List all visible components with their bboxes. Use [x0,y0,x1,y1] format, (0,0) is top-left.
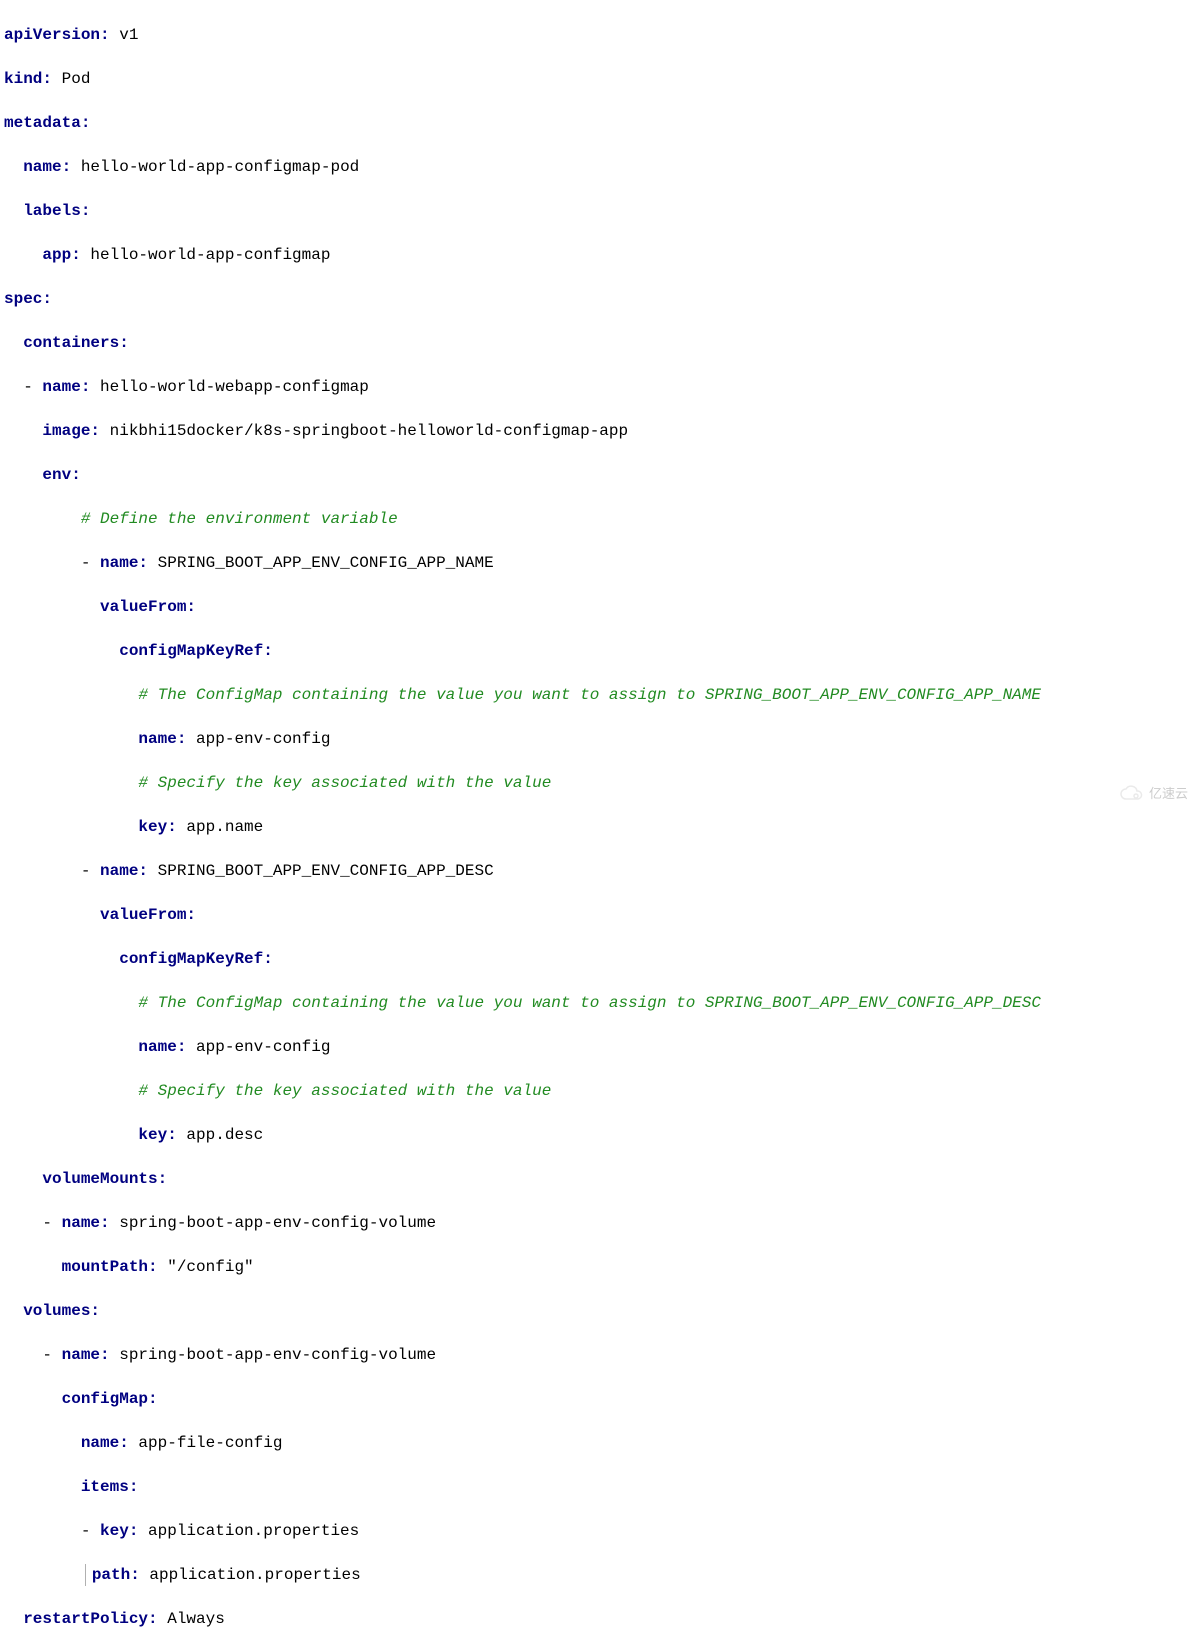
yaml-key: configMapKeyRef: [119,950,273,968]
yaml-value: application.properties [138,1522,359,1540]
code-line: key: app.name [4,816,1194,838]
yaml-key: metadata: [4,114,90,132]
code-line: # Define the environment variable [4,508,1194,530]
yaml-key: valueFrom: [100,906,196,924]
yaml-key: items: [81,1478,139,1496]
code-line: labels: [4,200,1194,222]
yaml-key: valueFrom: [100,598,196,616]
yaml-value: app-env-config [186,730,330,748]
code-line: metadata: [4,112,1194,134]
yaml-value: app.desc [177,1126,263,1144]
code-line: - name: SPRING_BOOT_APP_ENV_CONFIG_APP_N… [4,552,1194,574]
code-line: containers: [4,332,1194,354]
yaml-key: name: [81,1434,129,1452]
code-line: valueFrom: [4,596,1194,618]
yaml-key: spec: [4,290,52,308]
yaml-key: apiVersion: [4,26,110,44]
yaml-value: "/config" [158,1258,254,1276]
code-line: - name: spring-boot-app-env-config-volum… [4,1344,1194,1366]
yaml-key: configMap: [62,1390,158,1408]
yaml-key: path: [92,1566,140,1584]
watermark-text: 亿速云 [1149,783,1188,805]
code-line: - name: hello-world-webapp-configmap [4,376,1194,398]
yaml-key: volumeMounts: [42,1170,167,1188]
yaml-value: nikbhi15docker/k8s-springboot-helloworld… [100,422,628,440]
yaml-code-block: apiVersion: v1 kind: Pod metadata: name:… [4,2,1194,1630]
code-line: name: app-file-config [4,1432,1194,1454]
code-line: # The ConfigMap containing the value you… [4,992,1194,1014]
yaml-key: key: [138,1126,176,1144]
code-line: # Specify the key associated with the va… [4,1080,1194,1102]
code-line: path: application.properties [4,1564,1194,1586]
yaml-key: key: [100,1522,138,1540]
code-line: - name: SPRING_BOOT_APP_ENV_CONFIG_APP_D… [4,860,1194,882]
yaml-key: configMapKeyRef: [119,642,273,660]
yaml-key: labels: [23,202,90,220]
code-line: restartPolicy: Always [4,1608,1194,1630]
yaml-key: name: [100,554,148,572]
code-line: - key: application.properties [4,1520,1194,1542]
yaml-comment: # The ConfigMap containing the value you… [138,686,1041,704]
yaml-key: mountPath: [62,1258,158,1276]
yaml-value: app.name [177,818,263,836]
indent-guide: path: application.properties [85,1564,361,1586]
code-line: name: app-env-config [4,728,1194,750]
yaml-value: v1 [110,26,139,44]
yaml-value: spring-boot-app-env-config-volume [110,1346,436,1364]
yaml-key: name: [23,158,71,176]
yaml-comment: # Specify the key associated with the va… [138,1082,551,1100]
code-line: env: [4,464,1194,486]
code-line: kind: Pod [4,68,1194,90]
yaml-value: hello-world-app-configmap-pod [71,158,359,176]
code-line: volumes: [4,1300,1194,1322]
yaml-key: name: [100,862,148,880]
yaml-key: image: [42,422,100,440]
cloud-icon [1119,785,1145,803]
yaml-comment: # Specify the key associated with the va… [138,774,551,792]
yaml-key: app: [42,246,80,264]
code-line: name: hello-world-app-configmap-pod [4,156,1194,178]
yaml-key: restartPolicy: [23,1610,157,1628]
yaml-value: hello-world-app-configmap [81,246,331,264]
code-line: spec: [4,288,1194,310]
yaml-value: hello-world-webapp-configmap [90,378,368,396]
yaml-value: app-env-config [186,1038,330,1056]
yaml-key: name: [138,730,186,748]
yaml-key: name: [42,378,90,396]
code-line: configMapKeyRef: [4,640,1194,662]
code-line: # Specify the key associated with the va… [4,772,1194,794]
yaml-comment: # The ConfigMap containing the value you… [138,994,1041,1012]
code-line: app: hello-world-app-configmap [4,244,1194,266]
yaml-value: Pod [52,70,90,88]
code-line: apiVersion: v1 [4,24,1194,46]
code-line: items: [4,1476,1194,1498]
yaml-key: name: [62,1214,110,1232]
yaml-value: SPRING_BOOT_APP_ENV_CONFIG_APP_NAME [148,554,494,572]
code-line: key: app.desc [4,1124,1194,1146]
yaml-value: Always [158,1610,225,1628]
yaml-key: volumes: [23,1302,100,1320]
code-line: configMap: [4,1388,1194,1410]
yaml-key: name: [62,1346,110,1364]
yaml-value: SPRING_BOOT_APP_ENV_CONFIG_APP_DESC [148,862,494,880]
code-line: volumeMounts: [4,1168,1194,1190]
yaml-value: app-file-config [129,1434,283,1452]
code-line: valueFrom: [4,904,1194,926]
code-line: # The ConfigMap containing the value you… [4,684,1194,706]
yaml-key: key: [138,818,176,836]
code-line: name: app-env-config [4,1036,1194,1058]
code-line: configMapKeyRef: [4,948,1194,970]
code-line: image: nikbhi15docker/k8s-springboot-hel… [4,420,1194,442]
yaml-key: containers: [23,334,129,352]
yaml-value: application.properties [140,1566,361,1584]
code-line: mountPath: "/config" [4,1256,1194,1278]
yaml-comment: # Define the environment variable [81,510,398,528]
yaml-key: name: [138,1038,186,1056]
yaml-key: kind: [4,70,52,88]
yaml-value: spring-boot-app-env-config-volume [110,1214,436,1232]
yaml-key: env: [42,466,80,484]
code-line: - name: spring-boot-app-env-config-volum… [4,1212,1194,1234]
watermark: 亿速云 [1119,783,1188,805]
